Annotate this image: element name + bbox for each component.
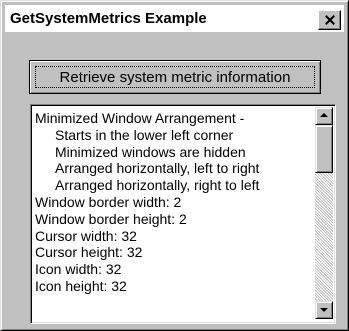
chevron-up-icon: [320, 113, 328, 117]
list-item[interactable]: Arranged horizontally, right to left: [35, 177, 305, 194]
chevron-down-icon: [320, 308, 328, 312]
window-title: GetSystemMetrics Example: [10, 10, 207, 27]
scroll-down-button[interactable]: [315, 301, 333, 319]
metrics-list: Minimized Window Arrangement - Starts in…: [35, 110, 305, 295]
metrics-listbox[interactable]: Minimized Window Arrangement - Starts in…: [30, 104, 336, 324]
retrieve-metrics-button[interactable]: Retrieve system metric information: [29, 60, 321, 94]
vertical-scrollbar[interactable]: [315, 107, 333, 319]
list-item[interactable]: Window border height: 2: [35, 211, 305, 228]
list-item[interactable]: Cursor width: 32: [35, 228, 305, 245]
close-button[interactable]: [318, 10, 341, 30]
app-window: GetSystemMetrics Example Retrieve system…: [0, 0, 349, 331]
list-item[interactable]: Icon width: 32: [35, 261, 305, 278]
title-bar[interactable]: GetSystemMetrics Example: [5, 5, 344, 32]
list-item[interactable]: Minimized Window Arrangement -: [35, 110, 305, 127]
list-item[interactable]: Icon height: 32: [35, 278, 305, 295]
list-item[interactable]: Window border width: 2: [35, 194, 305, 211]
scroll-thumb[interactable]: [315, 125, 333, 173]
list-item[interactable]: Minimized windows are hidden: [35, 144, 305, 161]
list-item[interactable]: Arranged horizontally, left to right: [35, 160, 305, 177]
retrieve-metrics-label: Retrieve system metric information: [59, 69, 291, 86]
close-icon: [325, 15, 335, 25]
list-item[interactable]: Starts in the lower left corner: [35, 127, 305, 144]
scroll-up-button[interactable]: [315, 107, 333, 125]
list-item[interactable]: Cursor height: 32: [35, 244, 305, 261]
